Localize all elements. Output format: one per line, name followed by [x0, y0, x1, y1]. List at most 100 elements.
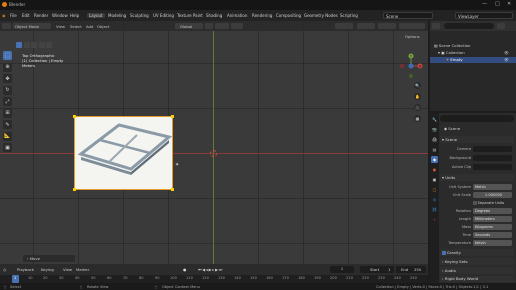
unit-system-select[interactable]: Metric — [473, 184, 512, 190]
perspective-toggle-icon[interactable]: ▦ — [414, 115, 421, 122]
tab-geometry-nodes[interactable]: Geometry Nodes — [304, 13, 338, 18]
menu-window[interactable]: Window — [52, 13, 68, 18]
outliner-row-collection[interactable]: ▾ ▣ Collection 👁 — [430, 50, 516, 56]
zoom-icon[interactable]: 🔍 — [414, 82, 421, 89]
reference-image-plane[interactable] — [73, 115, 174, 191]
temperature-select[interactable]: Kelvin — [473, 240, 512, 246]
blender-menu-icon[interactable]: ◉ — [2, 13, 6, 18]
close-button[interactable]: ✕ — [507, 1, 511, 7]
data-tab-icon[interactable]: ✧ — [431, 216, 438, 223]
tab-modeling[interactable]: Modeling — [108, 13, 126, 18]
tab-shading[interactable]: Shading — [206, 13, 222, 18]
outliner-editor-icon[interactable] — [432, 23, 440, 29]
transform-tool-icon[interactable]: ⊞ — [3, 108, 12, 118]
editor-type-button[interactable] — [2, 23, 11, 29]
select-box-tool-icon[interactable]: ⬚ — [3, 51, 12, 60]
proportional-edit-button[interactable] — [231, 23, 243, 29]
rotation-select[interactable]: Degrees — [473, 208, 512, 214]
select-mode-subtract-icon[interactable] — [31, 42, 37, 48]
outliner-panel[interactable] — [430, 21, 516, 111]
scene-tab-icon[interactable]: ◆ — [431, 156, 438, 163]
camera-view-icon[interactable]: 🎥 — [414, 104, 421, 111]
add-cube-tool-icon[interactable]: ▣ — [3, 143, 12, 152]
render-tab-icon[interactable]: 📷 — [431, 126, 438, 133]
empty-visibility-eye-icon[interactable]: 👁 — [504, 57, 509, 63]
tab-sculpting[interactable]: Sculpting — [130, 13, 149, 18]
tool-tab-icon[interactable]: 🔧 — [431, 116, 438, 123]
menu-help[interactable]: Help — [70, 13, 79, 18]
output-tab-icon[interactable]: 🖨 — [431, 136, 438, 143]
background-field[interactable] — [473, 155, 512, 161]
visibility-button[interactable] — [335, 23, 353, 29]
options-button[interactable]: Options — [405, 34, 420, 39]
menu-add[interactable]: Add — [86, 24, 93, 29]
maximize-button[interactable]: □ — [495, 1, 500, 7]
snap-button[interactable] — [215, 23, 229, 29]
pan-hand-icon[interactable]: ✋ — [414, 93, 421, 100]
tab-animation[interactable]: Animation — [227, 13, 247, 18]
3d-cursor[interactable] — [210, 150, 217, 157]
scale-tool-icon[interactable]: ⤢ — [3, 97, 12, 106]
time-select[interactable]: Seconds — [473, 232, 512, 238]
menu-edit[interactable]: Edit — [22, 13, 30, 18]
mass-select[interactable]: Kilograms — [473, 224, 512, 230]
last-operator-panel[interactable]: › Move — [23, 255, 75, 262]
cursor-tool-icon[interactable]: ⊕ — [3, 62, 12, 72]
tab-texture-paint[interactable]: Texture Paint — [177, 13, 203, 18]
tab-uv-editing[interactable]: UV Editing — [153, 13, 174, 18]
playback-controls[interactable]: ⏮◀◂▶▸▶⏭ — [198, 267, 223, 272]
measure-tool-icon[interactable]: 📐 — [3, 131, 12, 141]
move-tool-icon[interactable]: ✥ — [3, 74, 12, 83]
constraints-tab-icon[interactable]: ⛓ — [431, 206, 438, 213]
view-layer-selector[interactable]: ViewLayer — [455, 12, 513, 19]
menu-render[interactable]: Render — [34, 13, 48, 18]
menu-view[interactable]: View — [56, 24, 65, 29]
timeline-editor-icon[interactable]: ◷ — [3, 267, 6, 272]
current-frame-field[interactable]: 1 — [330, 265, 354, 273]
tab-layout[interactable]: Layout — [87, 13, 105, 18]
visibility-eye-icon[interactable]: 👁 — [504, 50, 509, 56]
physics-tab-icon[interactable]: ◎ — [431, 196, 438, 203]
world-tab-icon[interactable]: ● — [431, 166, 438, 173]
menu-timeline-view[interactable]: View — [63, 267, 72, 272]
scene-selector[interactable]: Scene — [383, 12, 433, 19]
properties-search-input[interactable] — [440, 115, 514, 122]
empty-object-marker[interactable]: ✦ — [175, 162, 179, 168]
collection-tab-icon[interactable]: ▣ — [431, 176, 438, 183]
rotate-tool-icon[interactable]: ↻ — [3, 85, 12, 95]
menu-keying[interactable]: Keying — [41, 267, 54, 272]
navigation-gizmo[interactable]: X Y — [398, 50, 424, 82]
annotate-tool-icon[interactable]: ✎ — [3, 120, 12, 129]
record-button[interactable]: ● — [183, 267, 186, 272]
menu-playback[interactable]: Playback — [17, 267, 34, 272]
menu-marker[interactable]: Marker — [76, 267, 89, 272]
gravity-checkbox[interactable] — [442, 251, 446, 255]
shading-mode-buttons[interactable] — [399, 23, 425, 29]
overlay-toggle-button[interactable] — [378, 23, 396, 29]
select-mode-extend-icon[interactable] — [23, 42, 30, 48]
end-frame-field[interactable]: End — [396, 265, 426, 273]
outliner-row-empty[interactable]: ✦ Empty 👁 — [430, 57, 516, 63]
filter-icon[interactable] — [497, 23, 505, 29]
tab-scripting[interactable]: Scripting — [340, 13, 358, 18]
object-tab-icon[interactable]: ▢ — [431, 186, 438, 193]
select-mode-new-icon[interactable] — [16, 42, 22, 48]
separate-units-checkbox[interactable]: Separate Units — [473, 200, 512, 206]
menu-object[interactable]: Object — [97, 24, 109, 29]
outliner-search-input[interactable] — [444, 23, 494, 29]
pivot-button[interactable] — [205, 23, 213, 29]
units-section-header[interactable]: ▾ Units — [440, 174, 514, 181]
active-clip-field[interactable] — [473, 164, 512, 170]
gizmo-toggle-button[interactable] — [357, 23, 375, 29]
minimize-button[interactable]: — — [482, 1, 487, 7]
keying-sets-section-header[interactable]: › Keying Sets — [440, 258, 514, 265]
select-mode-intersect-icon[interactable] — [46, 42, 52, 48]
3d-viewport[interactable]: ✦ — [0, 21, 428, 264]
unit-scale-field[interactable]: 1.000000 — [473, 192, 512, 198]
tab-compositing[interactable]: Compositing — [276, 13, 301, 18]
camera-field[interactable] — [473, 146, 512, 152]
separate-units-box[interactable] — [473, 201, 477, 205]
tab-rendering[interactable]: Rendering — [252, 13, 272, 18]
length-select[interactable]: Millimeters — [473, 216, 512, 222]
timeline-ruler[interactable]: 1 10 20 30 40 50 60 70 80 90 100 110 120… — [0, 275, 428, 283]
